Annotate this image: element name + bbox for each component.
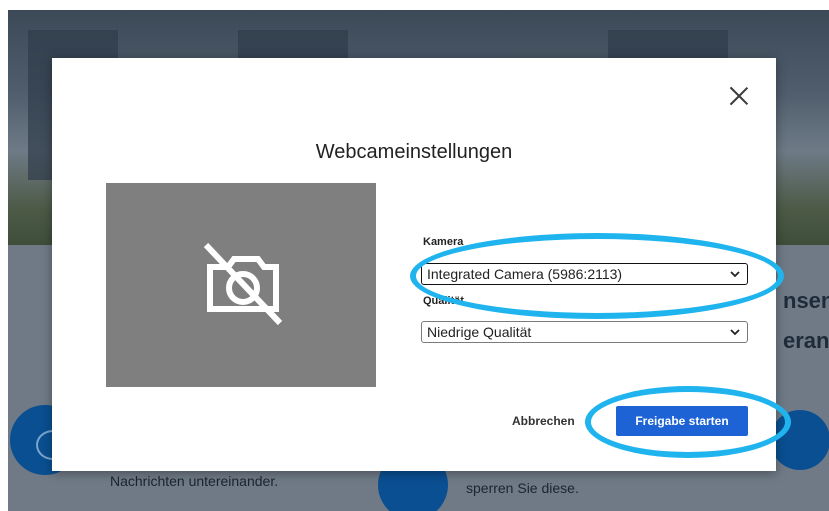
dialog-title: Webcameinstellungen xyxy=(315,141,513,163)
close-icon[interactable] xyxy=(728,85,750,107)
camera-off-icon xyxy=(203,243,283,326)
background-heading: nsen xyxy=(783,288,829,313)
highlight-ellipse-camera xyxy=(410,233,784,319)
camera-preview xyxy=(106,183,376,387)
quality-select[interactable]: Niedrige Qualität xyxy=(421,321,748,343)
background-heading: erans xyxy=(783,328,829,353)
highlight-ellipse-start xyxy=(585,386,791,458)
background-caption: sperren Sie diese. xyxy=(466,480,579,496)
cancel-button[interactable]: Abbrechen xyxy=(512,414,575,428)
chevron-down-icon xyxy=(730,329,740,336)
quality-select-value: Niedrige Qualität xyxy=(427,324,532,340)
background-caption: Nachrichten untereinander. xyxy=(110,473,279,489)
